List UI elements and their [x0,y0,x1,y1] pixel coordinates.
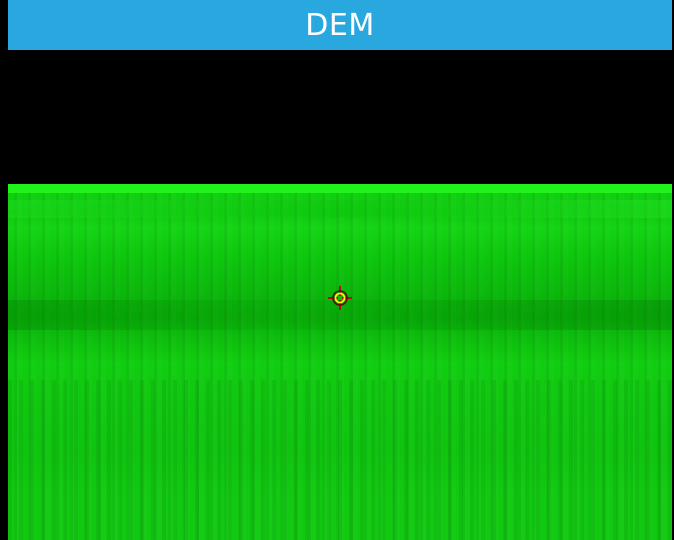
sky-region [8,50,672,184]
crosshair-icon [328,286,352,310]
title-bar: DEM [8,0,672,50]
window-title: DEM [305,7,375,43]
horizon-line [8,184,672,193]
terrain-view[interactable] [8,193,672,540]
dem-view-window: DEM [0,0,674,540]
